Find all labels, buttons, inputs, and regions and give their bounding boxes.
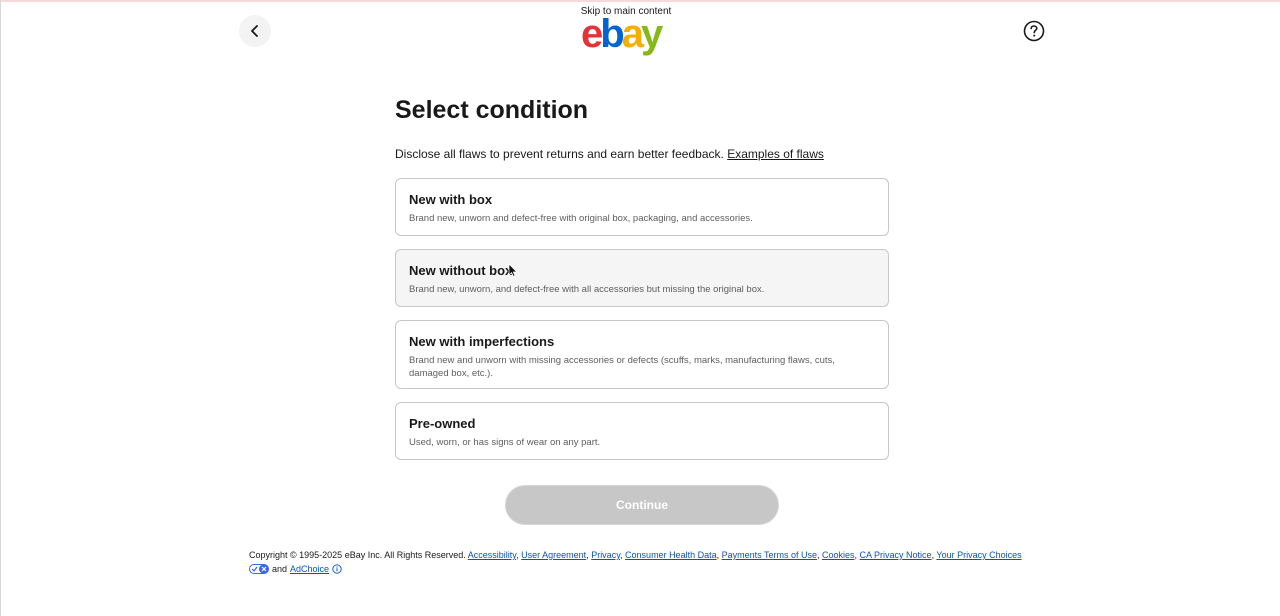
help-button[interactable] [1022,19,1046,43]
condition-option-new-with-imperfections[interactable]: New with imperfections Brand new and unw… [395,320,889,389]
and-text: and [272,564,288,574]
ebay-logo[interactable]: ebay [581,12,663,56]
logo-letter-y: y [640,12,663,56]
condition-options: New with box Brand new, unworn and defec… [395,178,889,473]
condition-option-new-with-box[interactable]: New with box Brand new, unworn and defec… [395,178,889,236]
examples-of-flaws-link[interactable]: Examples of flaws [727,147,824,161]
logo-letter-a: a [621,12,644,56]
back-button[interactable] [239,15,271,47]
question-circle-icon [1023,20,1045,42]
top-border [1,0,1280,2]
option-title: Pre-owned [409,416,476,431]
footer-link-ca-privacy-notice[interactable]: CA Privacy Notice [860,550,932,560]
copyright-text: Copyright © 1995-2025 eBay Inc. All Righ… [249,550,466,560]
option-description: Used, worn, or has signs of wear on any … [409,437,601,448]
condition-option-pre-owned[interactable]: Pre-owned Used, worn, or has signs of we… [395,402,889,460]
chevron-left-icon [251,25,258,37]
continue-button[interactable]: Continue [505,485,779,525]
footer: Copyright © 1995-2025 eBay Inc. All Righ… [249,548,1039,576]
option-title: New with imperfections [409,334,555,349]
footer-link-your-privacy-choices[interactable]: Your Privacy Choices [936,550,1021,560]
condition-option-new-without-box[interactable]: New without box Brand new, unworn, and d… [395,249,889,307]
footer-link-privacy[interactable]: Privacy [591,550,620,560]
page-title: Select condition [395,96,589,124]
option-description: Brand new, unworn and defect-free with o… [409,213,753,224]
option-title: New without box [409,263,513,278]
option-description: Brand new and unworn with missing access… [409,355,835,379]
option-title: New with box [409,192,493,207]
adchoice-link[interactable]: AdChoice [290,562,329,576]
option-description: Brand new, unworn, and defect-free with … [409,284,765,295]
logo-letter-e: e [581,12,603,56]
subtitle-text: Disclose all flaws to prevent returns an… [395,147,724,161]
footer-link-consumer-health-data[interactable]: Consumer Health Data [625,550,717,560]
logo-letter-b: b [600,12,625,56]
footer-link-accessibility[interactable]: Accessibility [468,550,516,560]
info-circle-icon[interactable] [332,564,342,574]
privacy-choices-toggle-icon [249,564,269,574]
footer-legal-row: Copyright © 1995-2025 eBay Inc. All Righ… [249,550,1022,560]
footer-link-cookies[interactable]: Cookies [822,550,855,560]
mouse-cursor-icon [508,263,518,277]
footer-link-user-agreement[interactable]: User Agreement [521,550,586,560]
footer-link-payments-terms[interactable]: Payments Terms of Use [722,550,817,560]
adchoice-row: and AdChoice [249,562,1039,576]
subtitle: Disclose all flaws to prevent returns an… [395,147,824,161]
